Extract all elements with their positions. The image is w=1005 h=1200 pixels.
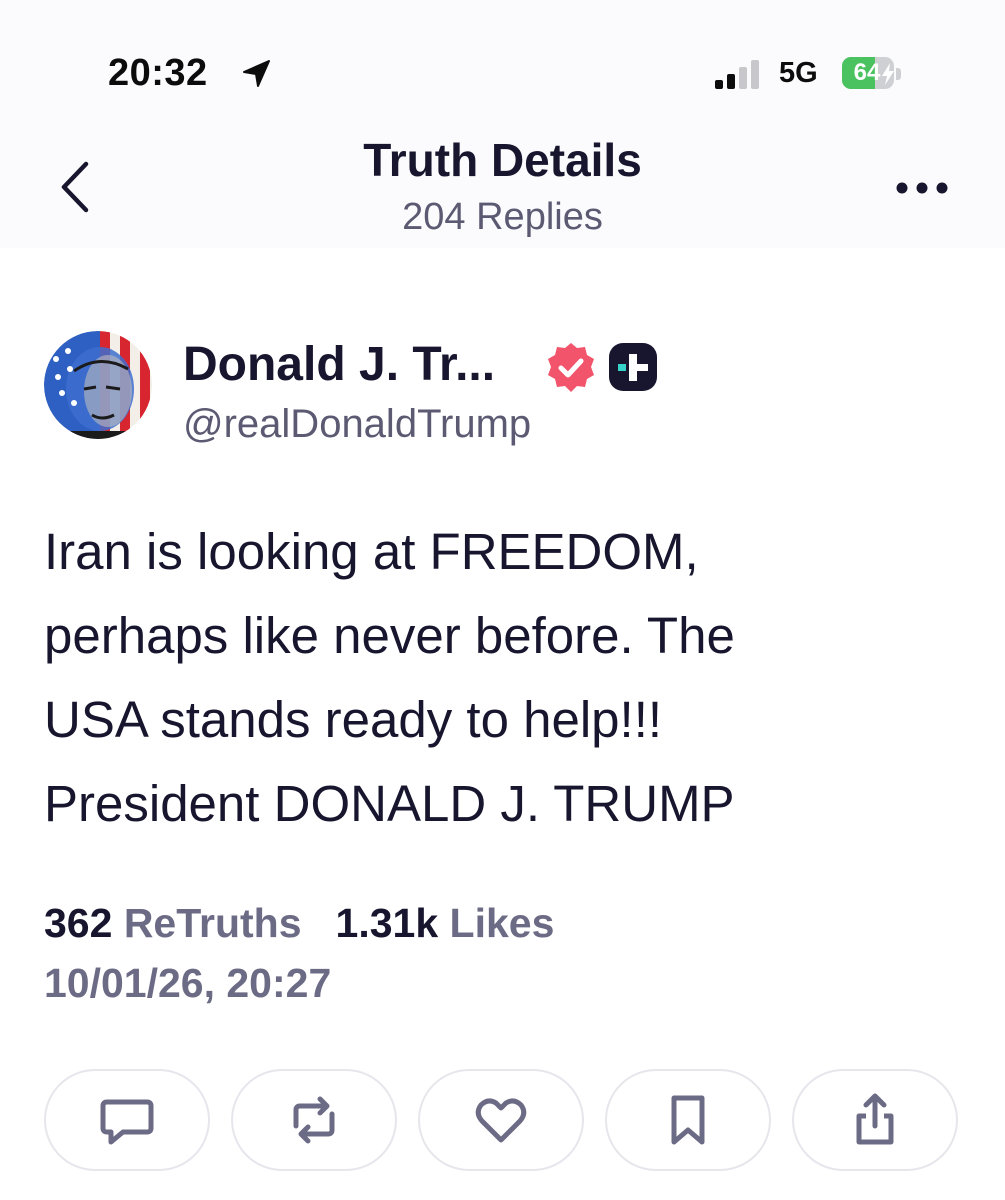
post-timestamp: 10/01/26, 20:27 — [44, 960, 332, 1006]
like-icon — [475, 1098, 527, 1143]
post-content: Iran is looking at FREEDOM, perhaps like… — [44, 510, 964, 846]
verified-badge-icon — [548, 343, 594, 392]
cellular-signal-icon — [715, 60, 759, 89]
likes-stat[interactable]: 1.31k Likes — [336, 900, 555, 946]
avatar[interactable] — [44, 331, 152, 439]
post-line: President DONALD J. TRUMP — [44, 775, 735, 832]
location-arrow-icon — [243, 60, 270, 87]
likes-label: Likes — [449, 900, 555, 946]
network-type: 5G — [779, 57, 818, 89]
post-stats: 362 ReTruths 1.31k Likes — [44, 900, 554, 947]
retruths-count: 362 — [44, 900, 113, 946]
more-horizontal-icon[interactable] — [892, 178, 952, 198]
share-icon — [856, 1093, 894, 1145]
like-button[interactable] — [418, 1069, 584, 1171]
reply-button[interactable] — [44, 1069, 210, 1171]
likes-count: 1.31k — [335, 900, 439, 946]
post-line: Iran is looking at FREEDOM, — [44, 523, 699, 580]
author-name[interactable]: Donald J. Tr... — [183, 337, 495, 392]
charging-bolt-icon — [882, 63, 894, 85]
retruth-icon — [293, 1096, 335, 1144]
battery-indicator: 64 — [842, 57, 908, 91]
retruth-button[interactable] — [231, 1069, 397, 1171]
battery-cap — [896, 68, 901, 80]
page-title: Truth Details — [363, 134, 642, 186]
avatar-image — [44, 331, 152, 439]
share-button[interactable] — [792, 1069, 958, 1171]
replies-count: 204 Replies — [402, 196, 603, 238]
author-handle[interactable]: @realDonaldTrump — [183, 402, 531, 447]
post-line: perhaps like never before. The — [44, 607, 735, 664]
retruths-stat[interactable]: 362 ReTruths — [44, 900, 302, 946]
truth-plus-badge-icon — [609, 343, 657, 391]
bookmark-button[interactable] — [605, 1069, 771, 1171]
post-line: USA stands ready to help!!! — [44, 691, 663, 748]
bookmark-icon — [671, 1095, 705, 1145]
retruths-label: ReTruths — [123, 900, 302, 946]
reply-icon — [100, 1099, 154, 1145]
status-time: 20:32 — [108, 52, 208, 94]
